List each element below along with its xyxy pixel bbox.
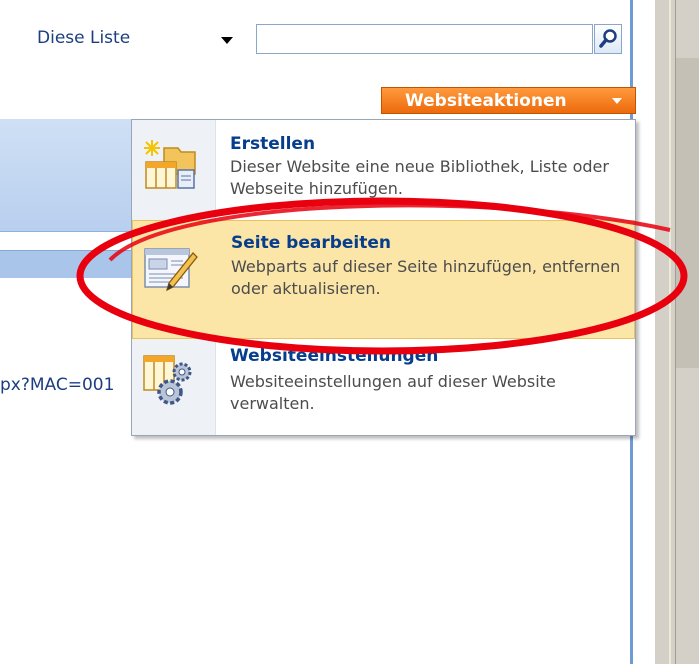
sharepoint-page: px?MAC=001 Diese Liste Websiteaktionen E…: [0, 0, 699, 664]
site-actions-button[interactable]: Websiteaktionen: [381, 87, 636, 114]
search-scope-select[interactable]: Diese Liste: [30, 24, 240, 54]
menu-item-description: Websiteeinstellungen auf dieser Website …: [230, 372, 556, 413]
search-icon: [599, 29, 617, 48]
search-scope-value: Diese Liste: [37, 28, 131, 48]
url-fragment[interactable]: px?MAC=001: [0, 375, 114, 395]
search-input[interactable]: [256, 24, 593, 54]
create-icon: [144, 140, 196, 189]
menu-item-title: Erstellen: [230, 134, 316, 154]
search-button[interactable]: [594, 24, 622, 54]
chevron-down-icon[interactable]: [221, 37, 233, 44]
site-actions-label: Websiteaktionen: [405, 91, 567, 111]
annotation-ellipse: [76, 197, 688, 355]
chevron-down-icon: [612, 98, 622, 104]
